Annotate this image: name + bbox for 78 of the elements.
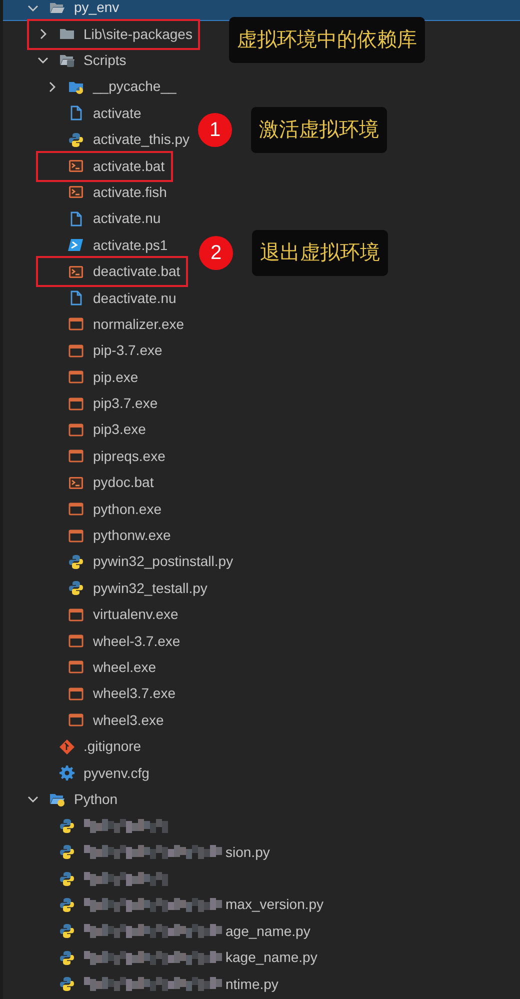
python-icon xyxy=(68,132,84,148)
file-name[interactable]: wheel3.exe xyxy=(93,710,164,731)
python-folder-icon xyxy=(49,791,65,808)
application-icon xyxy=(68,396,84,412)
file-icon xyxy=(68,105,84,122)
terminal-icon xyxy=(68,184,84,200)
step-number-badge: 1 xyxy=(198,113,232,147)
python-icon xyxy=(68,554,84,570)
terminal-icon xyxy=(68,264,84,280)
file-name[interactable]: python.exe xyxy=(93,498,162,520)
application-icon xyxy=(68,712,84,728)
tree-item[interactable]: py_env xyxy=(3,0,520,22)
python-icon xyxy=(58,976,74,992)
file-name[interactable]: kage_name.py xyxy=(226,947,318,968)
annotation-label: 虚拟环境中的依赖库 xyxy=(229,17,425,63)
git-icon xyxy=(58,738,74,755)
file-name[interactable]: pyvenv.cfg xyxy=(84,762,150,784)
file-name[interactable]: activate.fish xyxy=(93,182,167,203)
powershell-icon xyxy=(68,237,84,254)
file-name[interactable]: max_version.py xyxy=(226,894,324,916)
application-icon xyxy=(68,606,84,623)
application-icon xyxy=(68,369,84,386)
file-name[interactable]: Lib\site-packages xyxy=(84,24,192,45)
file-name[interactable]: deactivate.bat xyxy=(93,261,180,282)
file-name[interactable]: pip.exe xyxy=(93,366,138,388)
python-icon xyxy=(58,870,74,887)
application-icon xyxy=(68,448,84,464)
application-icon xyxy=(68,422,84,438)
application-icon xyxy=(68,501,84,518)
python-icon xyxy=(58,950,74,966)
folder-name[interactable]: Python xyxy=(74,788,118,810)
file-name[interactable]: .gitignore xyxy=(84,736,142,758)
file-name[interactable]: sion.py xyxy=(226,842,270,863)
application-icon xyxy=(68,342,84,359)
application-icon xyxy=(68,659,84,676)
file-name[interactable]: pip3.7.exe xyxy=(93,393,158,414)
file-name[interactable]: normalizer.exe xyxy=(93,314,184,335)
folder-name[interactable]: py_env xyxy=(74,0,120,18)
application-icon xyxy=(68,316,84,332)
file-name[interactable]: pywin32_testall.py xyxy=(93,578,208,599)
annotation-label: 激活虚拟环境 xyxy=(251,107,387,153)
file-name[interactable]: wheel3.7.exe xyxy=(93,683,176,704)
file-name[interactable]: wheel-3.7.exe xyxy=(93,630,180,652)
python-icon xyxy=(68,580,84,596)
file-name[interactable]: virtualenv.exe xyxy=(93,604,178,626)
step-number-badge: 2 xyxy=(199,236,233,270)
file-icon xyxy=(68,210,84,227)
file-name[interactable]: activate.bat xyxy=(93,156,165,177)
terminal-icon xyxy=(68,474,84,491)
annotation-label: 退出虚拟环境 xyxy=(252,230,388,276)
file-name[interactable]: pip-3.7.exe xyxy=(93,340,162,362)
gear-icon xyxy=(58,765,74,782)
file-name[interactable]: age_name.py xyxy=(226,920,310,942)
file-name[interactable]: pywin32_postinstall.py xyxy=(93,551,234,572)
python-icon xyxy=(58,818,74,834)
open-folder-icon xyxy=(58,52,74,68)
application-icon xyxy=(68,528,84,544)
python-icon xyxy=(58,896,74,913)
file-name[interactable]: activate.ps1 xyxy=(93,234,168,256)
folder-name[interactable]: Scripts xyxy=(84,50,126,71)
file-name[interactable]: activate_this.py xyxy=(93,129,190,150)
application-icon xyxy=(68,633,84,650)
file-name[interactable]: pydoc.bat xyxy=(93,472,154,494)
file-name[interactable]: ntime.py xyxy=(226,974,278,995)
application-icon xyxy=(68,686,84,702)
file-icon xyxy=(68,290,84,306)
file-name[interactable]: wheel.exe xyxy=(93,656,156,678)
file-name[interactable]: pip3.exe xyxy=(93,419,146,440)
file-name[interactable]: pythonw.exe xyxy=(93,525,171,546)
file-name[interactable]: __pycache__ xyxy=(93,76,176,98)
file-name[interactable]: pipreqs.exe xyxy=(93,446,166,467)
open-folder-icon xyxy=(49,0,65,16)
file-name[interactable]: deactivate.nu xyxy=(93,288,176,308)
terminal-icon xyxy=(68,158,84,174)
file-name[interactable]: activate.nu xyxy=(93,208,161,230)
python-icon xyxy=(58,923,74,940)
file-name[interactable]: activate xyxy=(93,102,142,124)
python-icon xyxy=(58,844,74,860)
